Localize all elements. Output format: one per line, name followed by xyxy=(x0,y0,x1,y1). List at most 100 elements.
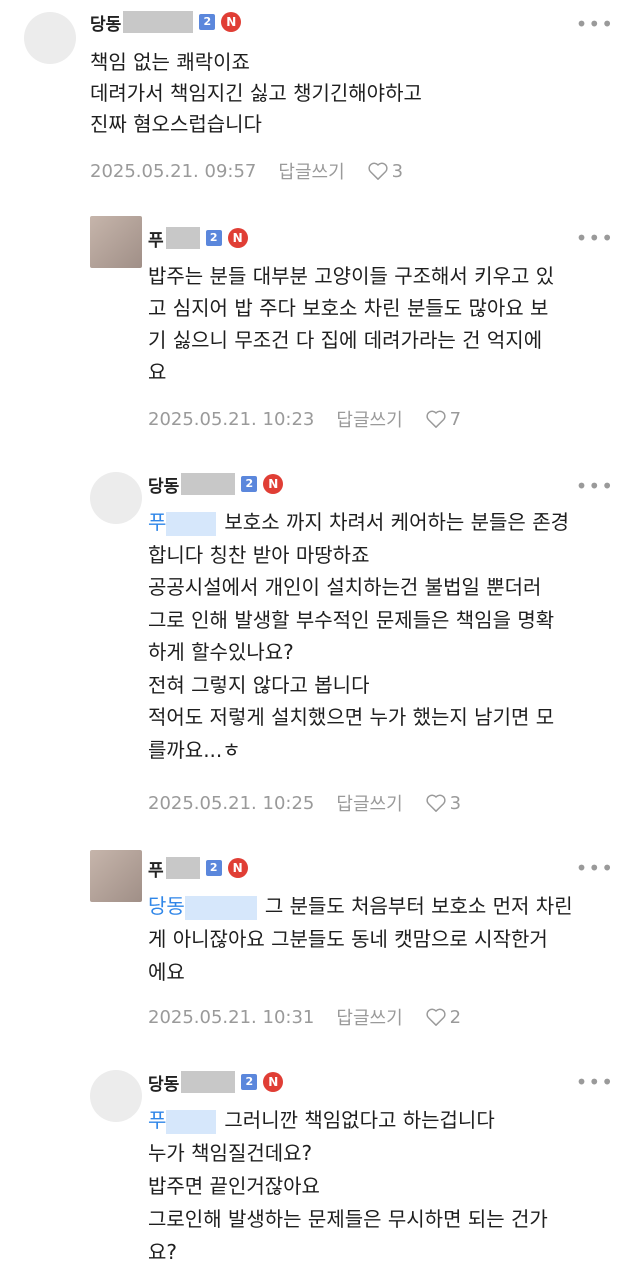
level-badge: 2 xyxy=(241,1074,258,1090)
comment-line: 밥주는 분들 대부분 고양이들 구조해서 키우고 있 xyxy=(148,264,555,288)
comment-line: 합니다 칭찬 받아 마땅하죠 xyxy=(148,542,370,567)
like-count: 3 xyxy=(449,792,462,814)
comment: 당동 2 N ••• 책임 없는 쾌락이죠 데려가서 책임지긴 싫고 챙기긴해야… xyxy=(0,0,640,200)
blurred-nickname xyxy=(165,857,200,879)
reply-button[interactable]: 답글쓰기 xyxy=(336,406,402,432)
blurred-nickname xyxy=(123,11,194,33)
avatar[interactable] xyxy=(90,850,142,902)
blurred-mention xyxy=(184,895,257,920)
nickname[interactable]: 당동 xyxy=(148,1070,179,1095)
comment-reply: 푸 2 N ••• 밥주는 분들 대부분 고양이들 구조해서 키우고 있 고 심… xyxy=(0,200,640,460)
comment-header: 푸 2 N xyxy=(148,854,248,882)
comment-line: 진짜 혐오스럽습니다 xyxy=(90,112,262,136)
like-button[interactable]: 2 xyxy=(425,1007,461,1028)
new-badge: N xyxy=(263,1072,284,1092)
comment-line: 그로 인해 발생할 부수적인 문제들은 책임을 명확 xyxy=(148,607,555,632)
comment-reply: 푸 2 N ••• 당동 그 분들도 처음부터 보호소 먼저 차린 게 아니잖아요… xyxy=(0,850,640,1060)
more-options-icon[interactable]: ••• xyxy=(576,1072,614,1092)
comment-meta: 2025.05.21. 10:23 답글쓰기 7 xyxy=(148,406,461,432)
new-badge: N xyxy=(221,12,242,32)
comment-line: 그러니깐 책임없다고 하는겁니다 xyxy=(224,1108,495,1132)
comment-meta: 2025.05.21. 09:57 답글쓰기 3 xyxy=(90,158,403,184)
comment-text: 책임 없는 쾌락이죠 데려가서 책임지긴 싫고 챙기긴해야하고 진짜 혐오스럽습… xyxy=(90,47,422,140)
like-count: 2 xyxy=(449,1006,462,1028)
more-options-icon[interactable]: ••• xyxy=(576,476,614,496)
mention-tag[interactable]: 당동 xyxy=(148,894,185,918)
comment-reply: 당동 2 N ••• 푸 그러니깐 책임없다고 하는겁니다 누가 책임질건데요? … xyxy=(0,1060,640,1280)
comment-line: 고 심지어 밥 주다 보호소 차린 분들도 많아요 보 xyxy=(148,296,549,320)
mention-tag[interactable]: 푸 xyxy=(148,1108,166,1132)
comment-date: 2025.05.21. 09:57 xyxy=(90,160,257,182)
comment-date: 2025.05.21. 10:25 xyxy=(148,792,315,814)
comment-line: 기 싫으니 무조건 다 집에 데려가라는 건 억지에 xyxy=(148,328,543,352)
comment-header: 당동 2 N xyxy=(90,8,242,36)
blurred-nickname xyxy=(181,473,236,495)
comment-first-line: 푸 보호소 까지 차려서 케어하는 분들은 존경 xyxy=(148,506,569,539)
comment-line: 요 xyxy=(148,360,167,384)
mention-tag[interactable]: 푸 xyxy=(148,510,166,534)
heart-icon xyxy=(368,162,388,180)
comment-header: 당동 2 N xyxy=(148,470,284,498)
avatar[interactable] xyxy=(90,1070,142,1122)
comment-meta: 2025.05.21. 10:31 답글쓰기 2 xyxy=(148,1004,461,1030)
comment-line: 공공시설에서 개인이 설치하는건 불법일 뿐더러 xyxy=(148,575,542,599)
blurred-nickname xyxy=(181,1071,236,1093)
heart-icon xyxy=(426,794,446,812)
comment-line: 게 아니잖아요 그분들도 동네 캣맘으로 시작한거 xyxy=(148,927,548,951)
nickname[interactable]: 당동 xyxy=(90,10,121,35)
comment-text: 당동 그 분들도 처음부터 보호소 먼저 차린 게 아니잖아요 그분들도 동네 캣… xyxy=(148,890,573,989)
comment-line: 그로인해 발생하는 문제들은 무시하면 되는 건가 xyxy=(148,1207,548,1231)
comment-date: 2025.05.21. 10:23 xyxy=(148,408,315,430)
more-options-icon[interactable]: ••• xyxy=(576,228,614,248)
like-button[interactable]: 3 xyxy=(367,161,403,182)
comment-text: 푸 보호소 까지 차려서 케어하는 분들은 존경 합니다 칭찬 받아 마땅하죠 공… xyxy=(148,506,569,766)
like-count: 3 xyxy=(391,160,404,182)
avatar[interactable] xyxy=(90,472,142,524)
comment-header: 당동 2 N xyxy=(148,1068,284,1096)
like-count: 7 xyxy=(449,408,462,430)
comment-line: 요? xyxy=(148,1240,178,1264)
comment-meta: 2025.05.21. 10:25 답글쓰기 3 xyxy=(148,790,461,816)
nickname[interactable]: 푸 xyxy=(148,856,164,881)
avatar[interactable] xyxy=(24,12,76,64)
comment-line: 보호소 까지 차려서 케어하는 분들은 존경 xyxy=(224,510,569,534)
heart-icon xyxy=(426,410,446,428)
nickname[interactable]: 당동 xyxy=(148,472,179,497)
reply-button[interactable]: 답글쓰기 xyxy=(336,790,402,816)
comment-text: 밥주는 분들 대부분 고양이들 구조해서 키우고 있 고 심지어 밥 주다 보호… xyxy=(148,260,554,388)
heart-icon xyxy=(426,1008,446,1026)
like-button[interactable]: 7 xyxy=(425,409,461,430)
comment-reply: 당동 2 N ••• 푸 보호소 까지 차려서 케어하는 분들은 존경 합니다 칭… xyxy=(0,460,640,850)
comment-line: 전혀 그렇지 않다고 봅니다 xyxy=(148,672,370,697)
level-badge: 2 xyxy=(205,860,222,876)
comment-line: 를까요...ㅎ xyxy=(148,737,241,762)
level-badge: 2 xyxy=(241,476,258,492)
comment-line: 그 분들도 처음부터 보호소 먼저 차린 xyxy=(264,894,573,918)
comment-first-line: 당동 그 분들도 처음부터 보호소 먼저 차린 xyxy=(148,890,573,923)
comment-first-line: 푸 그러니깐 책임없다고 하는겁니다 xyxy=(148,1104,548,1137)
blurred-mention xyxy=(166,511,217,536)
blurred-mention xyxy=(166,1109,217,1134)
level-badge: 2 xyxy=(205,230,222,246)
more-options-icon[interactable]: ••• xyxy=(576,858,614,878)
comment-line: 적어도 저렇게 설치했으면 누가 했는지 남기면 모 xyxy=(148,705,555,729)
reply-button[interactable]: 답글쓰기 xyxy=(336,1004,402,1030)
reply-button[interactable]: 답글쓰기 xyxy=(278,158,344,184)
avatar[interactable] xyxy=(90,216,142,268)
comment-date: 2025.05.21. 10:31 xyxy=(148,1006,315,1028)
new-badge: N xyxy=(227,858,248,878)
blurred-nickname xyxy=(165,227,200,249)
new-badge: N xyxy=(227,228,248,248)
like-button[interactable]: 3 xyxy=(425,793,461,814)
more-options-icon[interactable]: ••• xyxy=(576,14,614,34)
comment-line: 책임 없는 쾌락이죠 xyxy=(90,50,250,74)
comment-line: 누가 책임질건데요? xyxy=(148,1141,313,1165)
comment-text: 푸 그러니깐 책임없다고 하는겁니다 누가 책임질건데요? 밥주면 끝인거잖아요 … xyxy=(148,1104,548,1269)
comment-line: 밥주면 끝인거잖아요 xyxy=(148,1174,320,1198)
new-badge: N xyxy=(263,474,284,494)
level-badge: 2 xyxy=(199,14,216,30)
comment-line: 에요 xyxy=(148,960,185,984)
nickname[interactable]: 푸 xyxy=(148,226,164,251)
comment-line: 하게 할수있나요? xyxy=(148,640,294,664)
comment-line: 데려가서 책임지긴 싫고 챙기긴해야하고 xyxy=(90,81,422,105)
